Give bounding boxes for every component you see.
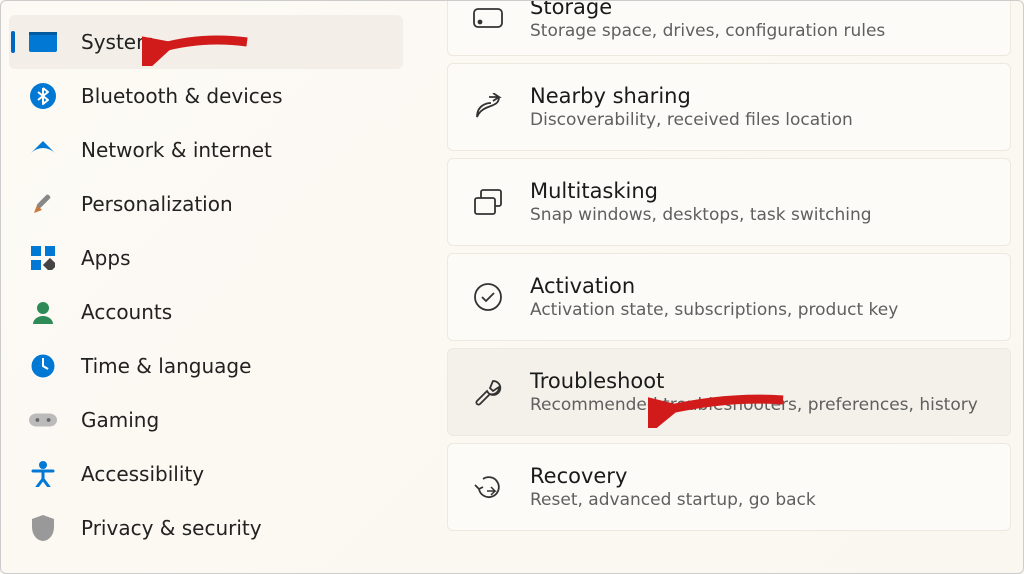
accessibility-icon <box>29 460 57 488</box>
card-recovery[interactable]: Recovery Reset, advanced startup, go bac… <box>447 443 1011 531</box>
sidebar-item-label: Bluetooth & devices <box>81 84 283 108</box>
sidebar-item-gaming[interactable]: Gaming <box>9 393 403 447</box>
sidebar-item-label: Network & internet <box>81 138 272 162</box>
card-desc: Activation state, subscriptions, product… <box>530 300 898 320</box>
card-troubleshoot[interactable]: Troubleshoot Recommended troubleshooters… <box>447 348 1011 436</box>
checkmark-circle-icon <box>470 279 506 315</box>
multitasking-icon <box>470 184 506 220</box>
settings-content: Storage Storage space, drives, configura… <box>411 1 1023 573</box>
card-title: Nearby sharing <box>530 84 853 108</box>
wrench-icon <box>470 374 506 410</box>
shield-icon <box>29 514 57 542</box>
system-icon <box>29 28 57 56</box>
card-title: Storage <box>530 1 885 19</box>
sidebar-item-label: System <box>81 30 156 54</box>
sidebar-item-accounts[interactable]: Accounts <box>9 285 403 339</box>
card-title: Multitasking <box>530 179 872 203</box>
card-desc: Snap windows, desktops, task switching <box>530 205 872 225</box>
share-icon <box>470 89 506 125</box>
card-multitasking[interactable]: Multitasking Snap windows, desktops, tas… <box>447 158 1011 246</box>
card-storage[interactable]: Storage Storage space, drives, configura… <box>447 1 1011 56</box>
settings-sidebar: System Bluetooth & devices Network & int… <box>1 1 411 573</box>
bluetooth-icon <box>29 82 57 110</box>
sidebar-item-accessibility[interactable]: Accessibility <box>9 447 403 501</box>
storage-icon <box>470 1 506 36</box>
sidebar-item-label: Time & language <box>81 354 251 378</box>
sidebar-item-privacy[interactable]: Privacy & security <box>9 501 403 555</box>
card-title: Activation <box>530 274 898 298</box>
sidebar-item-bluetooth[interactable]: Bluetooth & devices <box>9 69 403 123</box>
sidebar-item-time-language[interactable]: Time & language <box>9 339 403 393</box>
paintbrush-icon <box>29 190 57 218</box>
card-desc: Storage space, drives, configuration rul… <box>530 21 885 41</box>
card-activation[interactable]: Activation Activation state, subscriptio… <box>447 253 1011 341</box>
sidebar-item-label: Personalization <box>81 192 233 216</box>
recovery-icon <box>470 469 506 505</box>
card-desc: Discoverability, received files location <box>530 110 853 130</box>
sidebar-item-apps[interactable]: Apps <box>9 231 403 285</box>
sidebar-item-label: Gaming <box>81 408 159 432</box>
sidebar-item-label: Accessibility <box>81 462 204 486</box>
sidebar-item-system[interactable]: System <box>9 15 403 69</box>
sidebar-item-label: Privacy & security <box>81 516 262 540</box>
card-desc: Recommended troubleshooters, preferences… <box>530 395 978 415</box>
card-nearby-sharing[interactable]: Nearby sharing Discoverability, received… <box>447 63 1011 151</box>
gamepad-icon <box>29 406 57 434</box>
person-icon <box>29 298 57 326</box>
apps-icon <box>29 244 57 272</box>
globe-clock-icon <box>29 352 57 380</box>
sidebar-item-network[interactable]: Network & internet <box>9 123 403 177</box>
sidebar-item-personalization[interactable]: Personalization <box>9 177 403 231</box>
card-title: Recovery <box>530 464 816 488</box>
wifi-icon <box>29 136 57 164</box>
card-title: Troubleshoot <box>530 369 978 393</box>
sidebar-item-label: Apps <box>81 246 131 270</box>
sidebar-item-label: Accounts <box>81 300 172 324</box>
card-desc: Reset, advanced startup, go back <box>530 490 816 510</box>
